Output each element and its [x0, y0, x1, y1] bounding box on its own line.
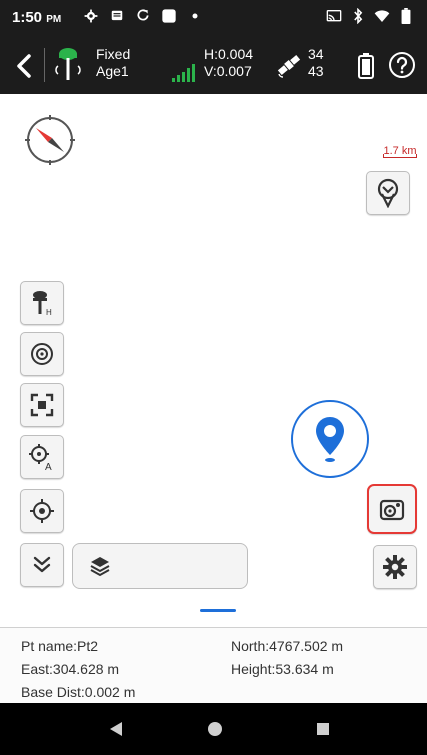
system-nav-bar	[0, 703, 427, 755]
precision-block: H:0.004 V:0.007	[204, 46, 253, 80]
center-location-button[interactable]	[20, 489, 64, 533]
home-circle-icon	[208, 722, 222, 736]
crosshair-icon	[30, 499, 54, 523]
layers-button[interactable]	[72, 543, 248, 589]
v-precision-text: V:0.007	[204, 63, 252, 79]
compass-icon	[25, 115, 75, 165]
battery-icon	[397, 7, 415, 25]
auto-collect-button[interactable]: A	[20, 435, 64, 479]
back-triangle-icon	[110, 722, 122, 736]
back-button[interactable]	[14, 52, 36, 80]
settings-button[interactable]	[373, 545, 417, 589]
full-extent-icon	[30, 393, 54, 417]
sync-icon	[134, 7, 152, 25]
full-extent-button[interactable]	[20, 383, 64, 427]
nav-home-button[interactable]	[205, 719, 225, 739]
signal-bars-icon	[172, 64, 196, 82]
help-button[interactable]	[388, 51, 416, 79]
antenna-height-button[interactable]: H	[20, 281, 64, 325]
height-value: Height:53.634 m	[231, 661, 334, 677]
status-time-ampm: PM	[46, 14, 62, 25]
panel-drag-handle[interactable]	[200, 609, 236, 612]
bluetooth-icon	[349, 7, 367, 25]
cast-icon	[325, 7, 343, 25]
record-point-button[interactable]	[20, 332, 64, 376]
map-scale: 1.7 km	[381, 145, 419, 159]
base-distance: Base Dist:0.002 m	[21, 684, 136, 700]
north-coordinate: North:4767.502 m	[231, 638, 344, 654]
stakeout-button[interactable]	[366, 171, 410, 215]
camera-icon	[379, 499, 405, 521]
svg-text:H: H	[46, 308, 52, 317]
h-precision-text: H:0.004	[204, 46, 254, 62]
status-icons-left	[82, 7, 204, 25]
back-chevron-icon	[17, 54, 31, 78]
nav-recents-button[interactable]	[313, 719, 333, 739]
status-time: 1:50 PM	[12, 9, 61, 26]
location-pin-icon	[316, 417, 344, 462]
top-bar: 1:50 PM Fixed Age1 H:0.004 V:0.007 34 43	[0, 0, 427, 94]
auto-collect-icon: A	[29, 444, 52, 471]
recents-square-icon	[317, 723, 329, 735]
stakeout-pin-icon	[377, 178, 399, 208]
age-text: Age1	[96, 63, 129, 79]
notification-dot-icon	[186, 7, 204, 25]
gnss-receiver-icon[interactable]	[54, 46, 82, 82]
scale-bar	[383, 154, 417, 158]
target-record-icon	[31, 343, 53, 365]
satellite-count-block: 34 43	[308, 46, 324, 80]
help-icon	[389, 52, 415, 78]
layers-icon	[90, 557, 110, 577]
camera-capture-button[interactable]	[367, 484, 417, 534]
current-location-marker[interactable]	[291, 400, 369, 478]
east-coordinate: East:304.628 m	[21, 661, 120, 677]
compass-button[interactable]	[24, 114, 76, 166]
double-chevron-down-icon	[33, 556, 51, 573]
fix-status-block: Fixed Age1	[96, 46, 130, 80]
antenna-height-icon: H	[33, 291, 52, 317]
satellites-visible-text: 43	[308, 63, 324, 79]
app-square-icon	[160, 7, 178, 25]
satellite-icon[interactable]	[276, 52, 302, 78]
gear-icon	[383, 555, 407, 579]
toolbar-divider	[44, 48, 45, 82]
collapse-tools-button[interactable]	[20, 543, 64, 587]
status-icons-right	[325, 7, 415, 25]
point-info-panel: Pt name:Pt2 North:4767.502 m East:304.62…	[0, 627, 427, 703]
fix-status-text: Fixed	[96, 46, 131, 62]
svg-text:A: A	[45, 462, 52, 471]
wifi-icon	[373, 7, 391, 25]
nav-back-button[interactable]	[106, 719, 126, 739]
receiver-battery-icon[interactable]	[358, 53, 374, 79]
message-icon	[108, 7, 126, 25]
settings-icon	[82, 7, 100, 25]
status-time-value: 1:50	[12, 9, 43, 26]
satellites-used-text: 34	[308, 46, 324, 62]
point-name: Pt name:Pt2	[21, 638, 99, 654]
